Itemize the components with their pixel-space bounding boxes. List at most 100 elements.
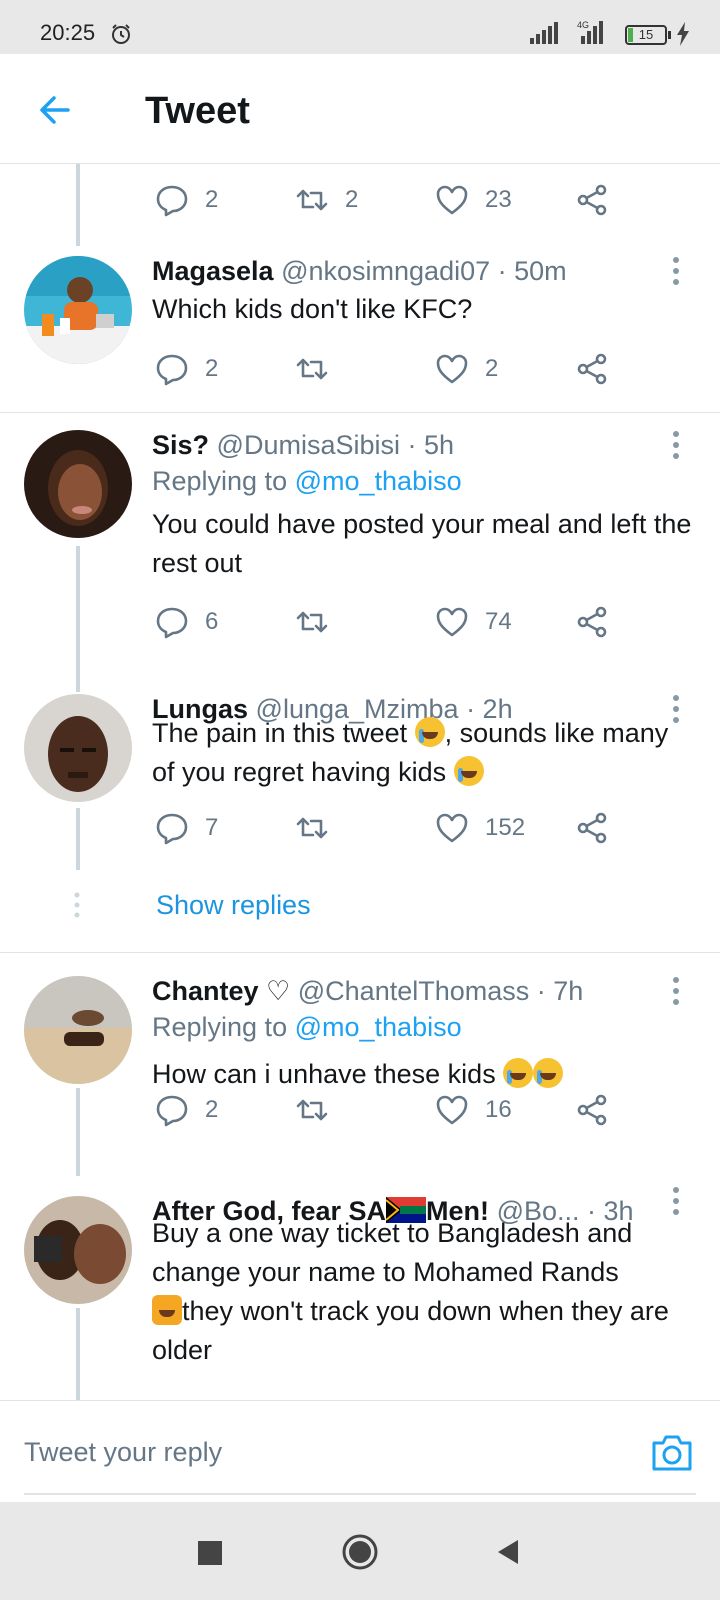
retweet-icon	[296, 189, 328, 211]
like-button[interactable]: 152	[435, 808, 525, 848]
tweet-item[interactable]: Magasela @nkosimngadi07 · 50m Which kids…	[0, 256, 720, 406]
share-button[interactable]	[575, 180, 609, 220]
tweet-item[interactable]: Lungas @lunga_Mzimba · 2h The pain in th…	[0, 694, 720, 874]
rolling-laughing-emoji	[453, 756, 484, 786]
share-button[interactable]	[575, 602, 609, 642]
reply-button[interactable]: 2	[155, 180, 218, 220]
like-count: 74	[485, 608, 512, 635]
divider	[0, 952, 720, 953]
reply-count: 2	[205, 355, 219, 382]
more-vertical-icon[interactable]	[672, 976, 680, 1006]
like-button[interactable]: 74	[435, 602, 512, 642]
heart-icon	[436, 185, 468, 215]
timestamp: · 50m	[497, 256, 567, 286]
tweet-header: Sis? @DumisaSibisi · 5h	[152, 430, 454, 461]
display-name[interactable]: Chantey ♡	[152, 976, 290, 1006]
share-button[interactable]	[575, 349, 609, 389]
reply-icon	[156, 813, 188, 845]
tweet-text: How can i unhave these kids	[152, 1055, 692, 1094]
tweet-actions: 7 152	[155, 808, 615, 848]
tweet-item[interactable]: Chantey ♡ @ChantelThomass · 7h Replying …	[0, 976, 720, 1166]
heart-icon	[436, 1095, 468, 1125]
display-name[interactable]: Sis?	[152, 430, 209, 460]
tweet-text-part: How can i unhave these kids	[152, 1059, 504, 1089]
battery-cap	[668, 31, 671, 39]
tweet-text-part: they won't track you down when they are …	[152, 1296, 669, 1365]
tweet-header: Magasela @nkosimngadi07 · 50m	[152, 256, 567, 287]
share-icon	[577, 812, 607, 844]
status-time: 20:25	[40, 20, 96, 45]
tweet-item[interactable]: Sis? @DumisaSibisi · 5h Replying to @mo_…	[0, 430, 720, 650]
reply-composer[interactable]: Tweet your reply	[0, 1400, 720, 1500]
like-count: 2	[485, 355, 499, 382]
reply-count: 6	[205, 608, 219, 635]
handle[interactable]: @DumisaSibisi	[217, 430, 400, 460]
avatar[interactable]	[24, 976, 132, 1084]
charging-icon	[677, 22, 689, 46]
more-vertical-icon[interactable]	[672, 256, 680, 286]
retweet-button[interactable]	[295, 1090, 329, 1130]
tweet-header: Chantey ♡ @ChantelThomass · 7h	[152, 976, 583, 1007]
replying-to: Replying to @mo_thabiso	[152, 1012, 462, 1043]
thread-line	[76, 164, 80, 246]
retweet-button[interactable]	[295, 602, 329, 642]
avatar-image	[24, 1196, 132, 1304]
retweet-icon	[296, 611, 328, 633]
battery-level	[628, 28, 633, 42]
avatar[interactable]	[24, 256, 132, 364]
signal-icon	[530, 22, 558, 44]
arrow-left-icon[interactable]	[38, 92, 74, 128]
back-triangle-icon[interactable]	[494, 1538, 522, 1566]
handle[interactable]: @ChantelThomass	[298, 976, 530, 1006]
more-vertical-icon[interactable]	[672, 430, 680, 460]
heart-icon	[436, 607, 468, 637]
avatar[interactable]	[24, 430, 132, 538]
reply-underline	[24, 1493, 696, 1495]
reply-button[interactable]: 6	[155, 602, 218, 642]
camera-icon[interactable]	[650, 1431, 694, 1475]
handle[interactable]: @nkosimngadi07	[281, 256, 490, 286]
recents-square-icon[interactable]	[198, 1541, 222, 1565]
reply-button[interactable]: 7	[155, 808, 218, 848]
reply-button[interactable]: 2	[155, 349, 218, 389]
rolling-laughing-emoji	[414, 717, 445, 747]
tweet-actions: 6 74	[155, 602, 615, 642]
tweet-actions: 2 16	[155, 1090, 615, 1130]
retweet-button[interactable]	[295, 349, 329, 389]
divider	[0, 412, 720, 413]
show-replies-link[interactable]: Show replies	[156, 890, 311, 921]
avatar[interactable]	[24, 694, 132, 802]
retweet-button[interactable]	[295, 808, 329, 848]
like-count: 16	[485, 1096, 512, 1123]
heart-icon	[436, 813, 468, 843]
share-button[interactable]	[575, 1090, 609, 1130]
loudly-crying-emoji	[503, 1058, 534, 1088]
mention-link[interactable]: @mo_thabiso	[295, 1012, 462, 1042]
thread-dots-icon	[74, 892, 80, 918]
more-vertical-icon[interactable]	[672, 1186, 680, 1216]
like-count: 23	[485, 186, 512, 213]
reply-input[interactable]: Tweet your reply	[24, 1437, 222, 1468]
home-circle-icon[interactable]	[341, 1533, 379, 1571]
mention-link[interactable]: @mo_thabiso	[295, 466, 462, 496]
avatar[interactable]	[24, 1196, 132, 1304]
avatar-image	[24, 976, 132, 1084]
retweet-icon	[296, 358, 328, 380]
reply-button[interactable]: 2	[155, 1090, 218, 1130]
timestamp: · 5h	[407, 430, 455, 460]
page-title: Tweet	[145, 90, 250, 132]
person-shrugging-emoji	[152, 1295, 182, 1325]
tweet-actions: 2 2 23	[155, 180, 615, 220]
tweet-text-part: Buy a one way ticket to Bangladesh and c…	[152, 1218, 633, 1287]
system-nav-bar	[0, 1502, 720, 1600]
share-button[interactable]	[575, 808, 609, 848]
like-button[interactable]: 16	[435, 1090, 512, 1130]
tweet-item[interactable]: After God, fear SA Men! @Bo... · 3h Buy a…	[0, 1187, 720, 1400]
like-button[interactable]: 23	[435, 180, 512, 220]
display-name[interactable]: Magasela	[152, 256, 274, 286]
loudly-crying-emoji	[533, 1058, 564, 1088]
like-button[interactable]: 2	[435, 349, 498, 389]
retweet-button[interactable]: 2	[295, 180, 358, 220]
signal-4g-icon	[581, 21, 603, 44]
tweet-text: Which kids don't like KFC?	[152, 294, 473, 324]
